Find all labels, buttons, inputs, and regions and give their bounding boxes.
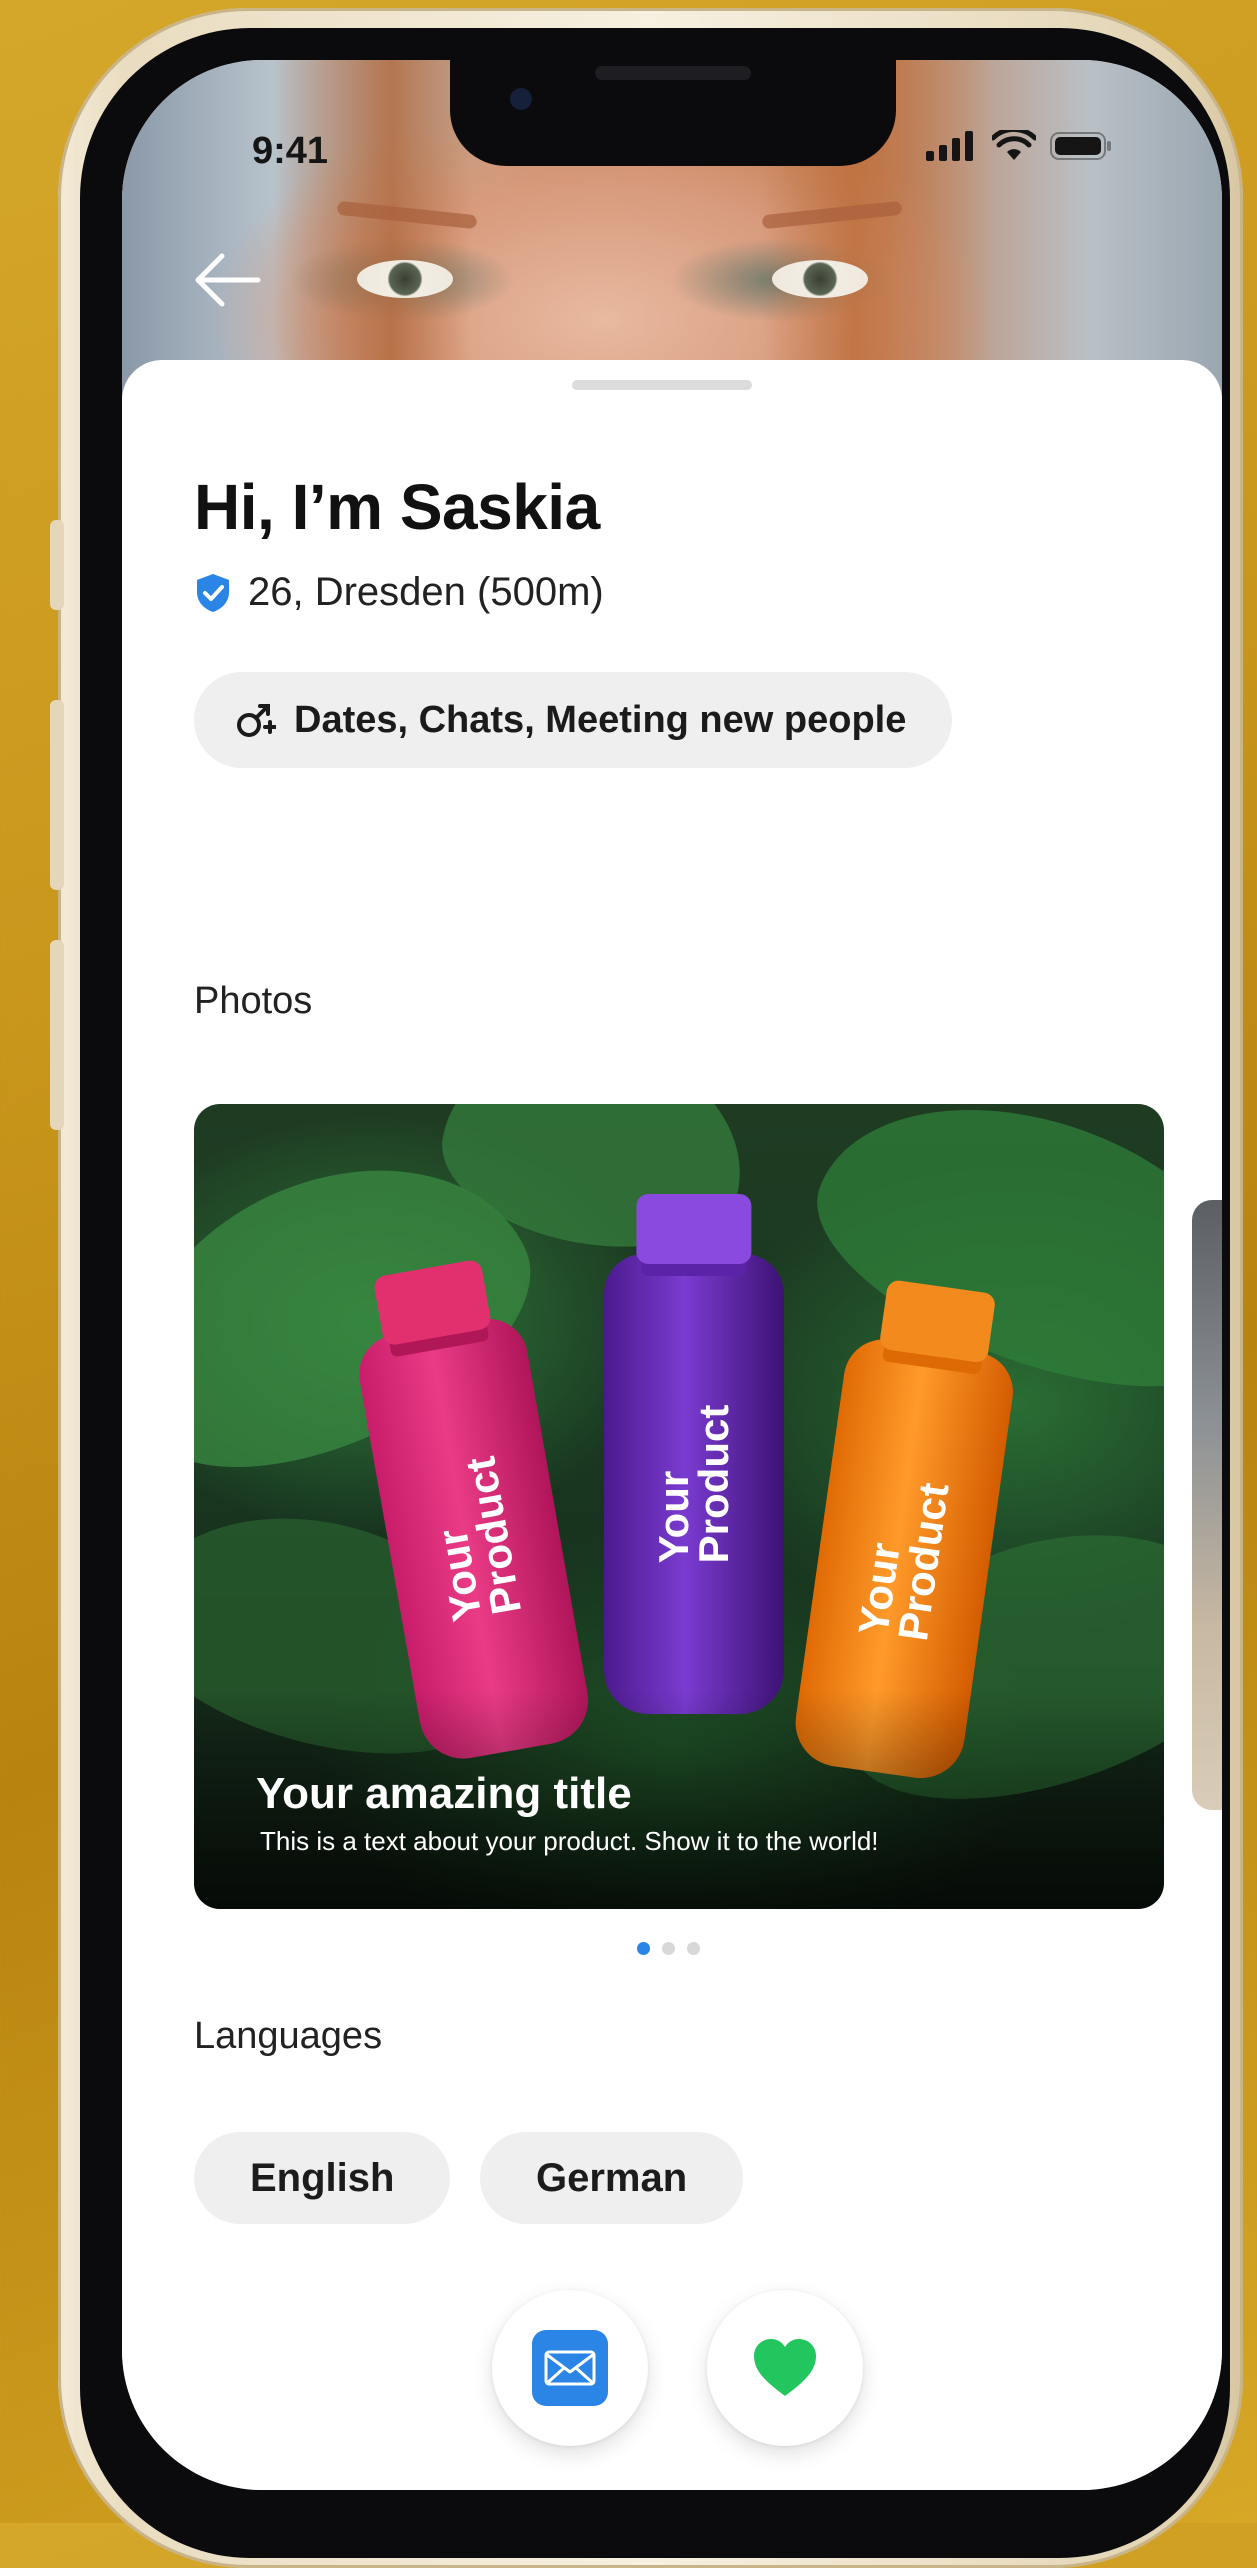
gender-intent-icon [237, 704, 276, 737]
message-button[interactable] [492, 2290, 648, 2446]
photo-title: Your amazing title [256, 1769, 632, 1818]
profile-title: Hi, I’m Saskia [194, 471, 600, 543]
verified-shield-icon [197, 573, 229, 612]
battery-icon [1050, 132, 1111, 160]
cellular-signal-icon [926, 131, 973, 161]
language-chip-english: English [194, 2132, 451, 2224]
volume-up-button [50, 700, 64, 890]
silent-switch [50, 520, 64, 610]
profile-sheet: Hi, I’m Saskia 26, Dresden (500m) Dates,… [122, 360, 1222, 2490]
app-screen: 9:41 Hi, I’m Saskia 26, Dresden (500m) D… [122, 60, 1222, 2490]
photos-section-label: Photos [194, 980, 313, 1022]
pagination-dot-2[interactable] [662, 1942, 675, 1955]
profile-subline: 26, Dresden (500m) [194, 570, 604, 615]
volume-down-button [50, 940, 64, 1130]
pagination-dot-1[interactable] [637, 1942, 650, 1955]
device-notch [450, 60, 896, 166]
back-arrow-icon[interactable] [192, 250, 262, 310]
age-location: 26, Dresden (500m) [248, 570, 604, 614]
language-label: English [250, 2155, 395, 2200]
status-icons [926, 130, 1112, 162]
status-time: 9:41 [252, 130, 329, 172]
wifi-icon [992, 130, 1036, 160]
pink-bottle-label: Your Product [428, 1453, 531, 1625]
envelope-icon [532, 2330, 608, 2406]
like-button[interactable] [707, 2290, 863, 2446]
photo-description: This is a text about your product. Show … [260, 1826, 879, 1856]
sheet-grabber[interactable] [572, 380, 752, 390]
purple-bottle-label: Your Product [650, 1404, 737, 1564]
heart-icon [754, 2339, 816, 2396]
intent-chip: Dates, Chats, Meeting new people [194, 672, 953, 768]
language-label: German [536, 2155, 688, 2200]
pagination-dot-3[interactable] [687, 1942, 700, 1955]
intent-text: Dates, Chats, Meeting new people [294, 698, 907, 741]
purple-bottle: Your Product [604, 1194, 784, 1714]
photo-card[interactable]: Your Product Your Product Your Product Your… [194, 1104, 1164, 1909]
orange-bottle-label: Your Product [849, 1479, 958, 1644]
photo-pagination [637, 1942, 700, 1955]
language-chip-german: German [480, 2132, 744, 2224]
next-photo-peek[interactable] [1192, 1200, 1222, 1810]
languages-section-label: Languages [194, 2015, 383, 2057]
